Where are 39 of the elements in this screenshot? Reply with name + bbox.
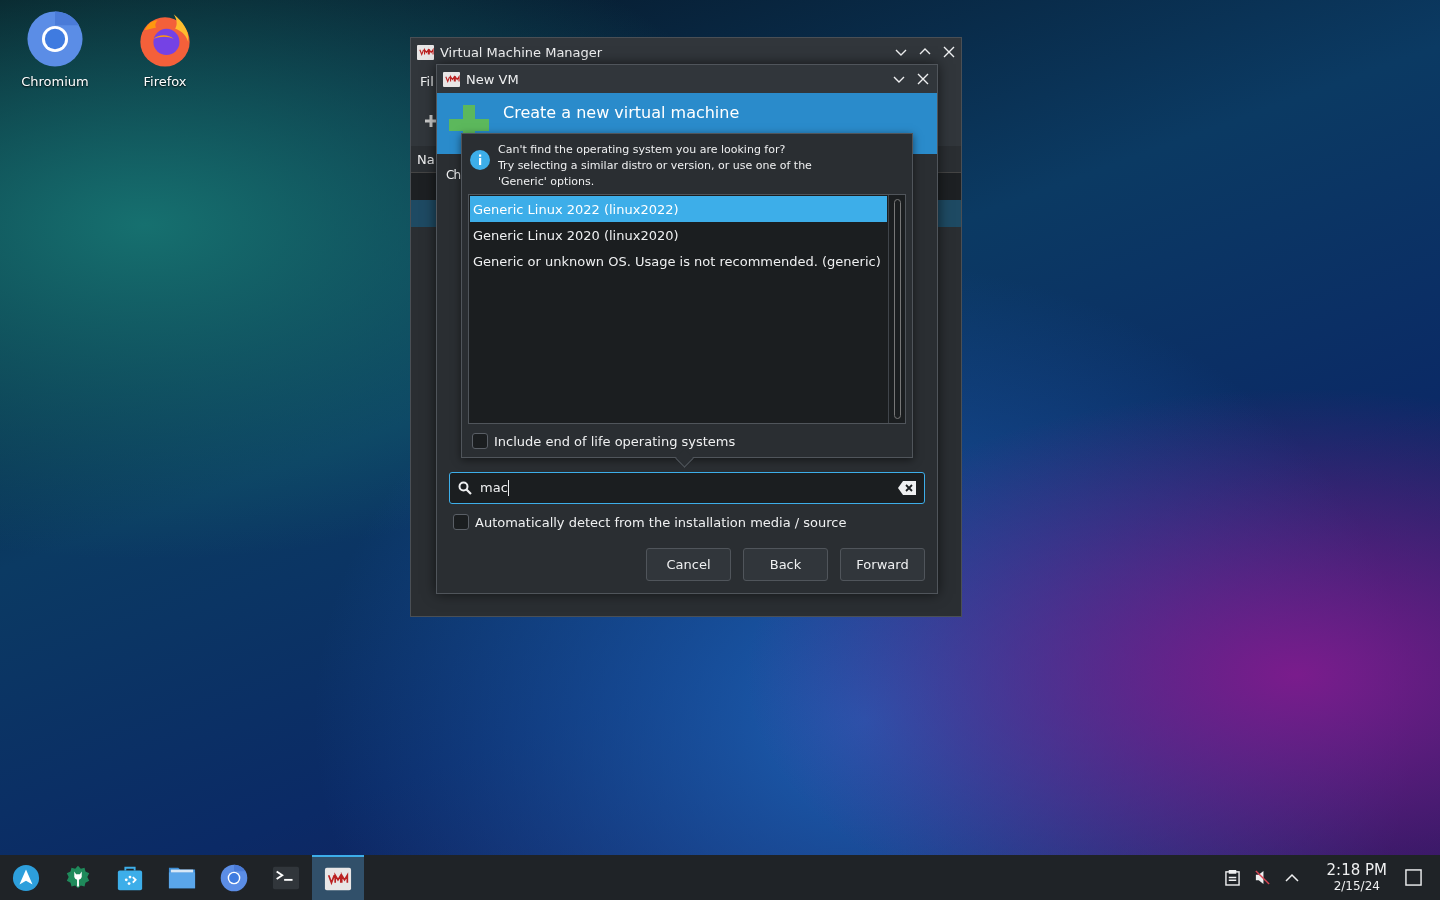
checkbox[interactable]	[472, 433, 488, 449]
close-icon[interactable]	[917, 73, 929, 85]
chevron-up-icon[interactable]	[1284, 872, 1299, 883]
checkbox-label[interactable]: Include end of life operating systems	[494, 433, 736, 449]
search-field[interactable]: mac	[449, 472, 925, 504]
app-icon	[417, 43, 434, 61]
info-message: Can't find the operating system you are looking for? Try selecting a similar distro or version, or use one of the 'Generic' options.	[498, 142, 812, 190]
desktop-icon-label[interactable]: Chromium	[21, 74, 89, 89]
search-icon	[458, 481, 472, 495]
clock[interactable]: 2:18 PM 2/15/24	[1326, 863, 1387, 892]
dialog-button[interactable]: Forward	[840, 548, 925, 581]
app-icon	[443, 70, 460, 88]
column-header[interactable]: Na	[417, 151, 435, 167]
clipboard-icon[interactable]	[1224, 869, 1240, 886]
muted-speaker-icon[interactable]	[1253, 869, 1271, 886]
desktop-icon-label[interactable]: Firefox	[143, 74, 187, 89]
plus-icon[interactable]	[425, 115, 437, 127]
dialog-button[interactable]: Back	[743, 548, 828, 581]
show-desktop-icon[interactable]	[1405, 869, 1422, 886]
clear-icon[interactable]	[898, 481, 916, 495]
checkbox[interactable]	[453, 514, 469, 530]
close-icon[interactable]	[943, 46, 955, 58]
dialog-button[interactable]: Cancel	[646, 548, 731, 581]
taskbar-button[interactable]	[312, 855, 364, 900]
window-title: New VM	[466, 71, 520, 87]
clock-date: 2/15/24	[1333, 880, 1380, 892]
window-title: Virtual Machine Manager	[440, 44, 604, 60]
clock-time: 2:18 PM	[1326, 863, 1387, 878]
ring-icon[interactable]	[26, 10, 84, 68]
ring-icon[interactable]	[220, 863, 248, 892]
header-title: Create a new virtual machine	[503, 103, 740, 122]
search-value: mac	[480, 479, 508, 495]
checkbox-label[interactable]: Automatically detect from the installation media / source	[475, 514, 847, 530]
section-label: Ch	[446, 168, 460, 184]
os-list-item[interactable]: Generic or unknown OS. Usage is not recommended. (generic)	[470, 248, 887, 274]
menu-item[interactable]: Fil	[420, 73, 434, 89]
info-icon	[470, 150, 490, 170]
os-list-item[interactable]: Generic Linux 2020 (linux2020)	[470, 222, 887, 248]
launcher-icon	[12, 863, 40, 892]
